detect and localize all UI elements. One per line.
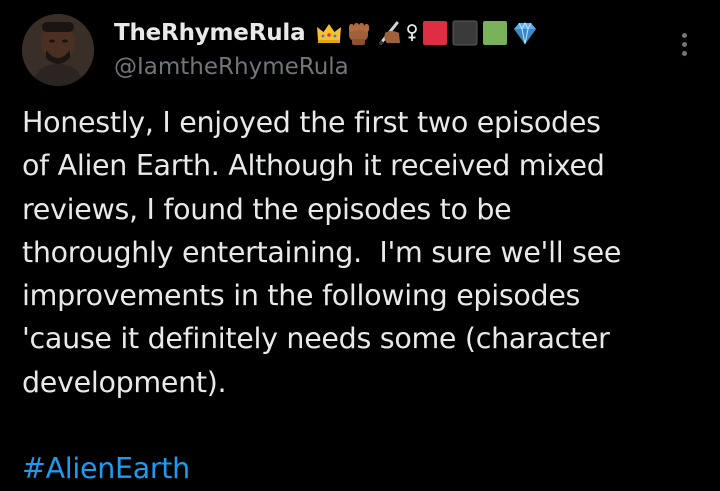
- tweet-text: Honestly, I enjoyed the first two episod…: [22, 101, 702, 491]
- more-options-icon-dot: [681, 50, 687, 56]
- crown-icon: [315, 19, 343, 47]
- female-sign-icon: [405, 19, 419, 47]
- black-square-icon: [451, 19, 479, 47]
- more-options-button[interactable]: [668, 26, 700, 62]
- author-display-name[interactable]: TheRhymeRula: [114, 20, 306, 46]
- tweet-text-line: reviews, I found the episodes to be: [22, 192, 512, 226]
- tweet-text-line: Honestly, I enjoyed the first two episod…: [22, 106, 601, 139]
- more-options-icon-dot: [681, 41, 687, 47]
- tweet-text-line: improvements in the following episodes: [22, 279, 581, 313]
- tweet-text-line: of Alien Earth. Although it received mix…: [22, 149, 605, 183]
- more-options-icon: [681, 32, 687, 38]
- author-name-row: TheRhymeRula: [114, 17, 539, 49]
- hashtag-link[interactable]: #AlienEarth: [22, 452, 190, 485]
- avatar[interactable]: [22, 14, 94, 86]
- raised-fist-icon: [345, 19, 373, 47]
- tweet-text-line: 'cause it definitely needs some (charact…: [22, 322, 610, 356]
- author-handle[interactable]: @IamtheRhymeRula: [114, 54, 349, 80]
- tweet-text-line: thoroughly entertaining. I'm sure we'll …: [22, 235, 622, 269]
- tweet-text-line: development).: [22, 365, 227, 399]
- red-square-icon: [421, 19, 449, 47]
- writing-hand-icon: [375, 19, 403, 47]
- avatar-portrait: [22, 14, 94, 86]
- gem-stone-icon: [511, 19, 539, 47]
- green-square-icon: [481, 19, 509, 47]
- author-name-emojis: [315, 19, 539, 47]
